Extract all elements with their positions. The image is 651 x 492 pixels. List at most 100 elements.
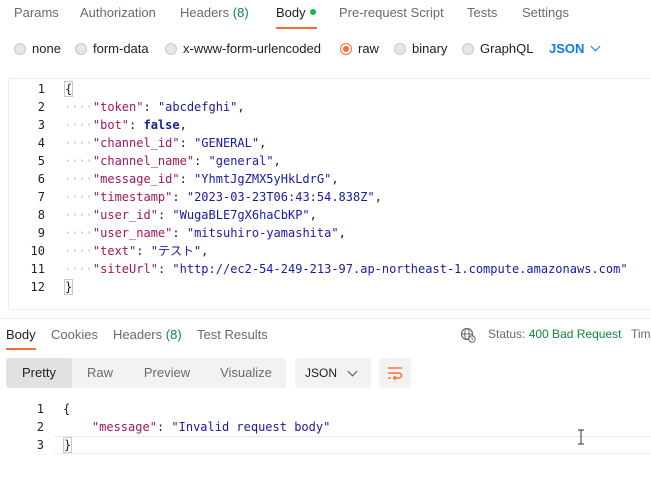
modified-dot-icon xyxy=(309,9,316,15)
response-tab-headers-label: Headers xyxy=(113,327,163,342)
tab-authorization[interactable]: Authorization xyxy=(80,5,156,20)
line-number: 3 xyxy=(36,438,44,452)
chevron-down-icon xyxy=(347,366,358,377)
tab-headers[interactable]: Headers (8) xyxy=(180,5,249,20)
radio-x-www-form-urlencoded[interactable]: x-www-form-urlencoded xyxy=(165,41,321,56)
line-code: { xyxy=(63,400,70,418)
code-line: 6 ····"message_id": "YhmtJgZMX5yHkLdrG", xyxy=(9,170,651,188)
response-status[interactable]: Status: 400 Bad Request xyxy=(488,327,621,341)
radio-urlencoded-circle[interactable] xyxy=(165,42,177,55)
code-line: 1 { xyxy=(9,80,651,98)
radio-form-data-circle[interactable] xyxy=(75,42,87,55)
json-key: "channel_id" xyxy=(92,136,180,150)
response-tab-cookies-label: Cookies xyxy=(51,327,98,342)
line-code: ····"channel_name": "general", xyxy=(64,154,281,168)
tab-tests[interactable]: Tests xyxy=(467,5,497,20)
radio-none-circle[interactable] xyxy=(14,42,26,55)
json-value: "general" xyxy=(208,154,274,168)
view-raw-button[interactable]: Raw xyxy=(72,358,128,388)
radio-form-data[interactable]: form-data xyxy=(75,41,149,56)
line-number: 6 xyxy=(37,172,45,186)
view-mode-bar: Pretty Raw Preview Visualize xyxy=(6,358,286,388)
code-line: 3 ····"bot": false, xyxy=(9,116,651,134)
json-value: "mitsuhiro-yamashita" xyxy=(186,226,339,240)
radio-binary[interactable]: binary xyxy=(394,41,447,56)
view-pretty-button[interactable]: Pretty xyxy=(6,358,72,388)
line-code: ····"channel_id": "GENERAL", xyxy=(64,136,267,150)
code-line: 2 ····"token": "abcdefghi", xyxy=(9,98,651,116)
json-value: "http://ec2-54-249-213-97.ap-northeast-1… xyxy=(172,262,628,276)
json-value: false xyxy=(143,118,180,132)
json-key: "user_name" xyxy=(92,226,173,240)
code-line: 5 ····"channel_name": "general", xyxy=(9,152,651,170)
radio-graphql[interactable]: GraphQL xyxy=(462,41,533,56)
json-key: "siteUrl" xyxy=(92,262,158,276)
line-code: "message": "Invalid request body" xyxy=(91,420,331,434)
comma: , xyxy=(374,190,382,204)
response-body-viewer[interactable]: 1 { 2 "message": "Invalid request body" … xyxy=(8,398,651,454)
response-time[interactable]: Tim xyxy=(631,327,651,341)
code-line: 11 ····"siteUrl": "http://ec2-54-249-213… xyxy=(9,260,651,278)
view-visualize-button[interactable]: Visualize xyxy=(206,358,286,388)
response-tab-headers[interactable]: Headers (8) xyxy=(113,327,182,342)
tab-pre-request-script[interactable]: Pre-request Script xyxy=(339,5,444,20)
response-tab-cookies[interactable]: Cookies xyxy=(51,327,98,342)
tab-body[interactable]: Body xyxy=(276,5,316,20)
line-number: 8 xyxy=(37,208,45,222)
line-number: 11 xyxy=(30,262,45,276)
json-key: "user_id" xyxy=(92,208,158,222)
response-tab-body[interactable]: Body xyxy=(6,327,36,342)
open-brace: { xyxy=(63,402,71,416)
comma: , xyxy=(273,154,281,168)
language-label: JSON xyxy=(549,41,585,56)
comma: , xyxy=(259,136,267,150)
request-body-editor[interactable]: 1 { 2 ····"token": "abcdefghi", 3 ····"b… xyxy=(8,78,651,310)
json-value: "2023-03-23T06:43:54.838Z" xyxy=(186,190,375,204)
response-format-label: JSON xyxy=(305,366,338,380)
language-dropdown[interactable]: JSON xyxy=(549,41,601,56)
radio-none[interactable]: none xyxy=(14,41,61,56)
wrap-lines-button[interactable] xyxy=(379,358,411,388)
line-code: ····"user_id": "WugaBLE7gX6haCbKP", xyxy=(64,208,317,222)
json-value: "abcdefghi" xyxy=(157,100,238,114)
radio-binary-circle[interactable] xyxy=(394,42,406,55)
json-key: "channel_name" xyxy=(92,154,195,168)
line-code: ····"token": "abcdefghi", xyxy=(64,100,245,114)
json-key: "timestamp" xyxy=(92,190,173,204)
globe-icon[interactable] xyxy=(460,327,476,343)
response-tab-test-results[interactable]: Test Results xyxy=(197,327,268,342)
text-cursor-icon xyxy=(578,429,584,445)
line-number: 5 xyxy=(37,154,45,168)
comma: , xyxy=(179,118,187,132)
line-code: ····"message_id": "YhmtJgZMX5yHkLdrG", xyxy=(64,172,339,186)
comma: , xyxy=(331,172,339,186)
line-code: ····"bot": false, xyxy=(64,118,187,132)
radio-graphql-circle[interactable] xyxy=(462,42,474,55)
json-value: "GENERAL" xyxy=(194,136,260,150)
line-number: 4 xyxy=(37,136,45,150)
line-number: 1 xyxy=(36,402,44,416)
line-code: ····"user_name": "mitsuhiro-yamashita", xyxy=(64,226,346,240)
line-number: 2 xyxy=(37,100,45,114)
code-line: 12 } xyxy=(9,278,651,296)
line-number: 12 xyxy=(30,280,45,294)
json-value: "テスト" xyxy=(150,244,202,258)
view-pretty-label: Pretty xyxy=(22,365,56,380)
json-value: "Invalid request body" xyxy=(171,420,331,434)
comma: , xyxy=(309,208,317,222)
line-number: 3 xyxy=(37,118,45,132)
radio-raw[interactable]: raw xyxy=(340,41,379,56)
tab-settings[interactable]: Settings xyxy=(522,5,569,20)
comma: , xyxy=(237,100,245,114)
code-line: 3 } xyxy=(8,436,651,454)
body-type-selector: none form-data x-www-form-urlencoded raw… xyxy=(0,36,651,62)
radio-raw-circle[interactable] xyxy=(340,42,352,55)
response-format-dropdown[interactable]: JSON xyxy=(295,358,371,388)
request-tabs: Params Authorization Headers (8) Body Pr… xyxy=(0,0,651,29)
tab-params[interactable]: Params xyxy=(14,5,59,20)
view-preview-button[interactable]: Preview xyxy=(128,358,206,388)
json-key: "token" xyxy=(92,100,144,114)
json-key: "message" xyxy=(91,420,157,434)
response-tab-test-results-label: Test Results xyxy=(197,327,268,342)
open-brace: { xyxy=(64,81,74,97)
